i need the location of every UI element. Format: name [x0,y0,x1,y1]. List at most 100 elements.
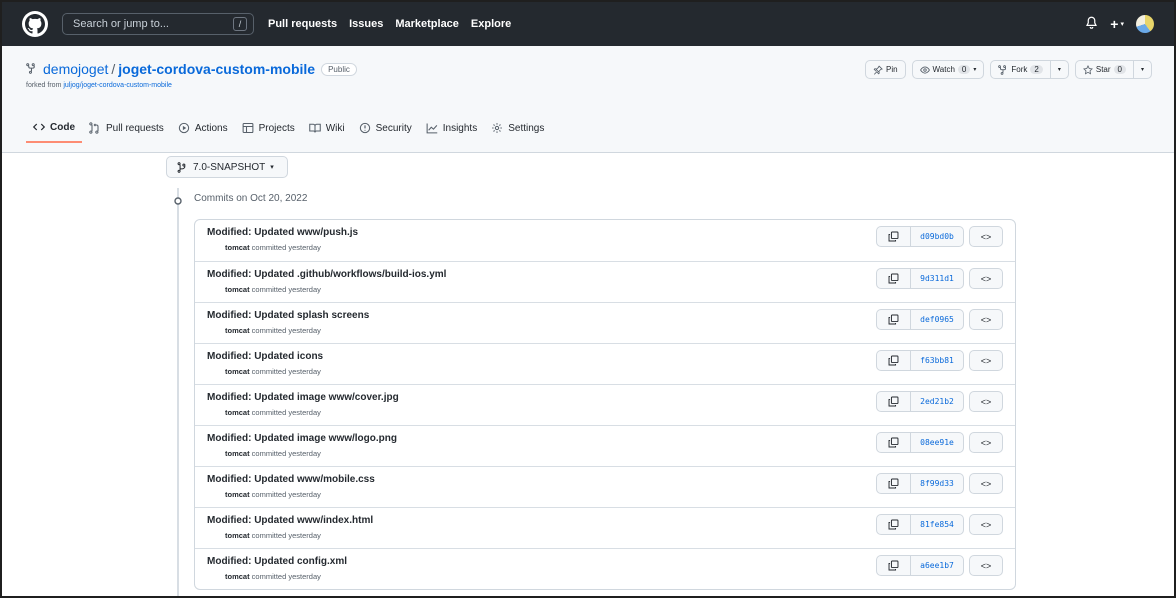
browse-repo-at-commit-button[interactable]: <> [969,309,1003,330]
commit-author-link[interactable]: tomcat [225,408,250,417]
commit-sha-link[interactable]: def0965 [911,310,963,329]
commit-node-icon [174,197,182,205]
commit-author-link[interactable]: tomcat [225,572,250,581]
copy-icon [888,478,899,489]
copy-icon [888,437,899,448]
commit-row-actions: f63bb81 <> [876,350,1003,371]
watch-button[interactable]: Watch 0 ▾ [911,60,985,79]
nav-issues[interactable]: Issues [349,18,383,30]
commit-sha-link[interactable]: 81fe854 [911,515,963,534]
browse-repo-at-commit-button[interactable]: <> [969,473,1003,494]
copy-sha-button[interactable] [877,433,911,452]
commit-meta: tomcat committed yesterday [225,572,321,581]
tab-insights[interactable]: Insights [419,115,484,141]
browse-repo-at-commit-button[interactable]: <> [969,226,1003,247]
copy-sha-button[interactable] [877,351,911,370]
global-nav: Pull requests Issues Marketplace Explore [268,18,511,30]
copy-sha-button[interactable] [877,310,911,329]
fork-button[interactable]: Fork 2 ▾ [990,60,1069,79]
code-icon [33,123,45,131]
commit-meta: tomcat committed yesterday [225,408,321,417]
table-icon [242,122,254,134]
notifications-bell-icon[interactable] [1085,16,1098,32]
star-button[interactable]: Star 0 ▾ [1074,60,1152,79]
nav-marketplace[interactable]: Marketplace [395,18,459,30]
commit-message-link[interactable]: Modified: Updated image www/cover.jpg [207,392,399,403]
commit-row: Modified: Updated splash screens tomcat … [195,302,1015,343]
commit-message-link[interactable]: Modified: Updated splash screens [207,310,369,321]
commit-meta: tomcat committed yesterday [225,243,321,252]
repo-name-link[interactable]: joget-cordova-custom-mobile [118,61,315,77]
commit-author-link[interactable]: tomcat [225,243,250,252]
fork-dropdown-button[interactable]: ▾ [1049,61,1068,78]
commit-sha-link[interactable]: a6ee1b7 [911,556,963,575]
tab-actions[interactable]: Actions [171,115,235,141]
sha-button-group: 2ed21b2 [876,391,964,412]
commit-meta: tomcat committed yesterday [225,449,321,458]
tab-security[interactable]: Security [352,115,419,141]
commit-message-link[interactable]: Modified: Updated www/mobile.css [207,474,375,485]
forked-source-link[interactable]: juljog/joget-cordova-custom-mobile [63,82,172,89]
play-icon [178,122,189,134]
tab-projects[interactable]: Projects [235,115,302,141]
copy-sha-button[interactable] [877,556,911,575]
chevron-down-icon: ▾ [1140,67,1144,73]
commit-message-link[interactable]: Modified: Updated www/push.js [207,227,358,238]
commit-sha-link[interactable]: 2ed21b2 [911,392,963,411]
commit-sha-link[interactable]: 08ee91e [911,433,963,452]
pin-label: Pin [885,65,898,74]
create-new-button[interactable]: + ▾ [1110,16,1124,32]
browse-repo-at-commit-button[interactable]: <> [969,268,1003,289]
nav-explore[interactable]: Explore [471,18,511,30]
commit-author-link[interactable]: tomcat [225,367,250,376]
commit-sha-link[interactable]: f63bb81 [911,351,963,370]
commit-row: Modified: Updated www/push.js tomcat com… [195,220,1015,261]
browse-repo-at-commit-button[interactable]: <> [969,350,1003,371]
sha-button-group: d09bd0b [876,226,964,247]
commit-author-link[interactable]: tomcat [225,490,250,499]
tab-wiki[interactable]: Wiki [302,115,352,141]
copy-sha-button[interactable] [877,227,911,246]
tab-code[interactable]: Code [26,115,82,143]
commit-list: Modified: Updated www/push.js tomcat com… [194,219,1016,590]
commit-meta: tomcat committed yesterday [225,367,321,376]
star-dropdown-button[interactable]: ▾ [1132,61,1151,78]
github-logo-icon[interactable] [22,11,48,37]
commit-row: Modified: Updated icons tomcat committed… [195,343,1015,384]
search-input[interactable]: Search or jump to... / [62,13,254,35]
browse-repo-at-commit-button[interactable]: <> [969,432,1003,453]
commit-message-link[interactable]: Modified: Updated www/index.html [207,515,373,526]
sha-button-group: 8f99d33 [876,473,964,494]
commit-sha-link[interactable]: 8f99d33 [911,474,963,493]
browse-repo-at-commit-button[interactable]: <> [969,391,1003,412]
commit-author-link[interactable]: tomcat [225,449,250,458]
repo-tabs: Code Pull requests Actions Projects Wiki… [26,115,551,143]
commit-meta: tomcat committed yesterday [225,490,321,499]
commit-author-link[interactable]: tomcat [225,285,250,294]
commit-message-link[interactable]: Modified: Updated image www/logo.png [207,433,397,444]
browse-repo-at-commit-button[interactable]: <> [969,555,1003,576]
copy-sha-button[interactable] [877,515,911,534]
tab-settings[interactable]: Settings [484,115,551,141]
tab-pull-requests[interactable]: Pull requests [82,115,171,141]
nav-pull-requests[interactable]: Pull requests [268,18,337,30]
copy-sha-button[interactable] [877,474,911,493]
copy-sha-button[interactable] [877,392,911,411]
repo-owner-link[interactable]: demojoget [43,61,108,77]
user-avatar[interactable] [1136,15,1154,33]
branch-select-button[interactable]: 7.0-SNAPSHOT ▾ [166,156,288,178]
pin-button[interactable]: Pin [864,60,906,79]
gear-icon [492,123,503,133]
commit-author-link[interactable]: tomcat [225,326,250,335]
browse-repo-at-commit-button[interactable]: <> [969,514,1003,535]
star-icon [1082,64,1093,74]
copy-icon [888,273,899,284]
copy-sha-button[interactable] [877,269,911,288]
code-icon: <> [980,560,992,571]
commit-message-link[interactable]: Modified: Updated .github/workflows/buil… [207,269,446,280]
commit-message-link[interactable]: Modified: Updated icons [207,351,323,362]
commit-author-link[interactable]: tomcat [225,531,250,540]
commit-message-link[interactable]: Modified: Updated config.xml [207,556,347,567]
commit-sha-link[interactable]: 9d311d1 [911,269,963,288]
commit-sha-link[interactable]: d09bd0b [911,227,963,246]
